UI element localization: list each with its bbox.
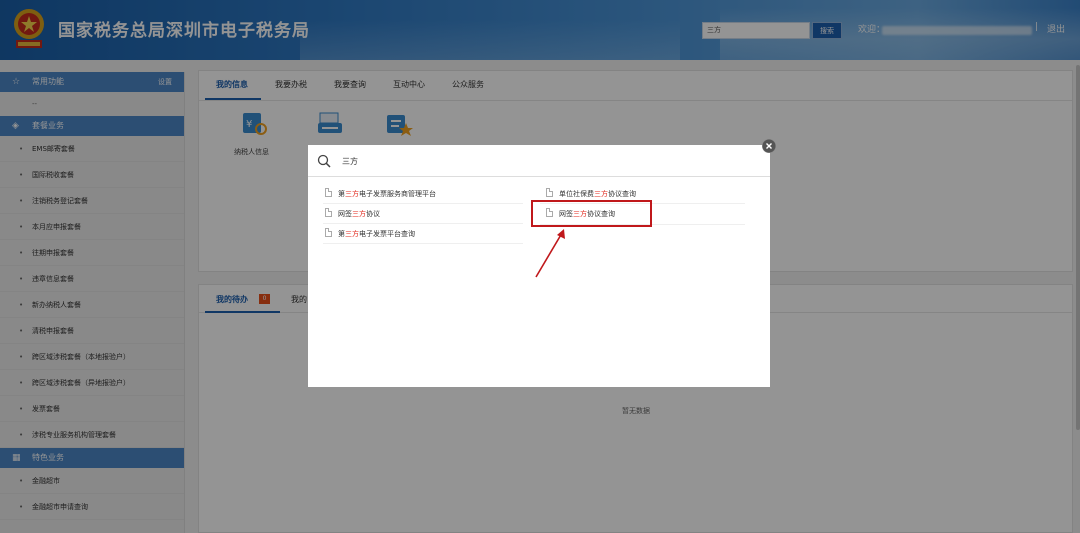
result-highlight: 三方	[594, 190, 608, 198]
result-highlight: 三方	[352, 210, 366, 218]
result-text: 协议	[366, 210, 380, 218]
result-text: 电子发票服务商管理平台	[359, 190, 436, 198]
modal-close-button[interactable]	[762, 139, 776, 153]
annotation-arrow-icon	[535, 229, 565, 278]
modal-search-input[interactable]: 三方	[342, 156, 358, 167]
modal-search-bar[interactable]: 三方	[308, 145, 770, 177]
search-result[interactable]: 第三方电子发票服务商管理平台	[325, 185, 436, 203]
result-highlight: 三方	[345, 190, 359, 198]
search-result[interactable]: 网签三方协议	[325, 205, 380, 223]
document-icon	[325, 228, 332, 237]
result-text: 网签	[338, 210, 352, 218]
result-text: 第	[338, 230, 345, 238]
search-icon	[317, 154, 331, 168]
search-result[interactable]: 第三方电子发票平台查询	[325, 225, 415, 243]
document-icon	[546, 188, 553, 197]
result-highlight: 三方	[345, 230, 359, 238]
annotation-highlight-box	[531, 200, 652, 227]
result-text: 电子发票平台查询	[359, 230, 415, 238]
document-icon	[325, 188, 332, 197]
result-divider	[323, 243, 523, 244]
result-text: 协议查询	[608, 190, 636, 198]
result-text: 第	[338, 190, 345, 198]
document-icon	[325, 208, 332, 217]
result-divider	[323, 223, 523, 224]
result-text: 单位社保费	[559, 190, 594, 198]
result-divider	[323, 203, 523, 204]
close-icon	[762, 139, 776, 153]
